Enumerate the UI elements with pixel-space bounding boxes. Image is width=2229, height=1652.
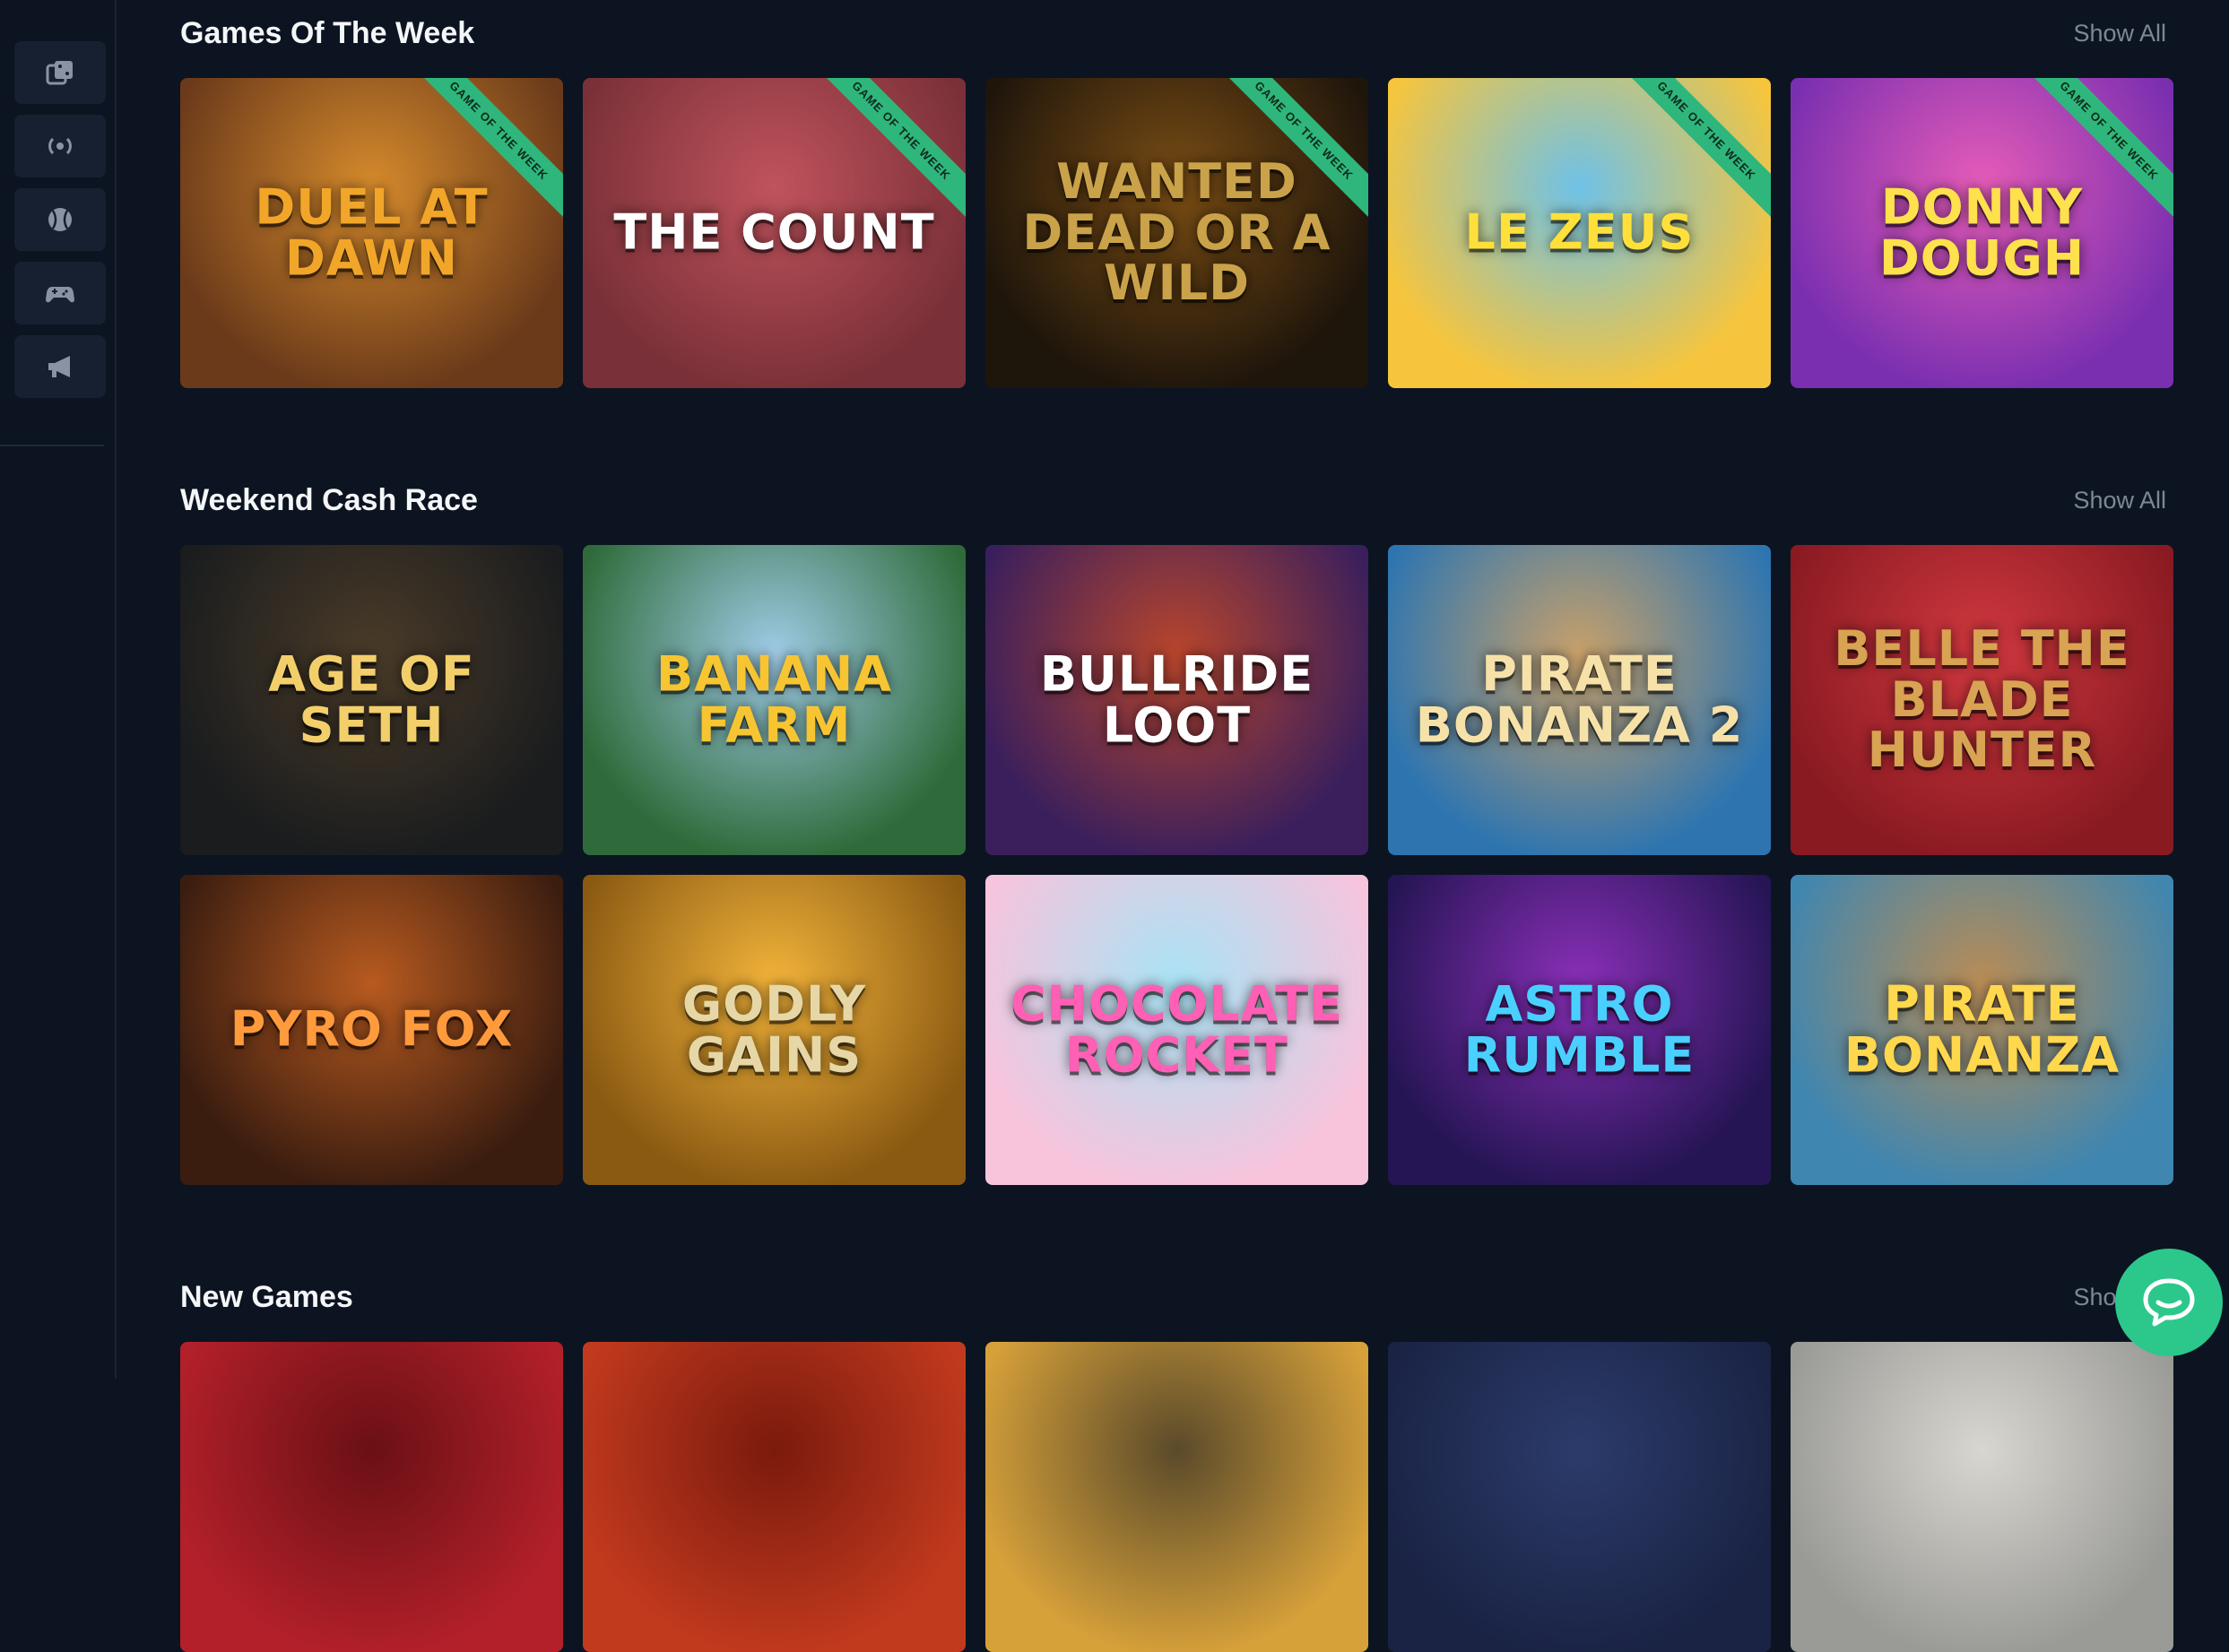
game-of-the-week-ribbon: GAME OF THE WEEK <box>1207 78 1368 239</box>
game-tile[interactable]: Duel at Dawn GAME OF THE WEEK <box>180 78 563 388</box>
casino-icon <box>46 61 73 85</box>
sidebar-divider <box>0 445 104 446</box>
chat-bubble-icon <box>2143 1278 2195 1327</box>
game-title: Belle The Blade Hunter <box>1834 619 2130 779</box>
game-of-the-week-ribbon: GAME OF THE WEEK <box>2012 78 2173 239</box>
game-tile[interactable]: Pyro Fox <box>180 875 563 1185</box>
section-title-games-of-the-week: Games Of The Week <box>180 16 475 50</box>
sidebar-item-casino[interactable] <box>14 41 106 104</box>
section-title-weekend-cash-race: Weekend Cash Race <box>180 483 478 517</box>
game-tile[interactable] <box>1388 1342 1771 1652</box>
sidebar <box>0 0 117 1379</box>
game-title: Age of Seth <box>268 645 475 753</box>
game-title: Astro Rumble <box>1463 975 1696 1083</box>
show-all-games-of-the-week[interactable]: Show All <box>2073 20 2166 48</box>
game-title: Pirate Bonanza 2 <box>1415 645 1744 753</box>
live-icon <box>48 137 72 155</box>
game-tile[interactable]: The Count GAME OF THE WEEK <box>583 78 966 388</box>
gamepad-icon <box>46 287 74 303</box>
game-tile[interactable]: Donny Dough GAME OF THE WEEK <box>1791 78 2173 388</box>
section-title-new-games: New Games <box>180 1280 353 1314</box>
ribbon-label: GAME OF THE WEEK <box>2012 78 2173 238</box>
game-tile[interactable]: Pirate Bonanza <box>1791 875 2173 1185</box>
game-tile[interactable]: Pirate Bonanza 2 <box>1388 545 1771 855</box>
sidebar-item-live[interactable] <box>14 115 106 177</box>
game-tile[interactable]: Bullride Loot <box>985 545 1368 855</box>
sidebar-item-promotions[interactable] <box>14 335 106 398</box>
game-tile[interactable] <box>180 1342 563 1652</box>
sidebar-item-games[interactable] <box>14 262 106 324</box>
sports-ball-icon <box>48 208 72 231</box>
ribbon-label: GAME OF THE WEEK <box>402 78 563 238</box>
sidebar-item-sports[interactable] <box>14 188 106 251</box>
megaphone-icon <box>48 356 70 377</box>
game-of-the-week-ribbon: GAME OF THE WEEK <box>804 78 966 239</box>
ribbon-label: GAME OF THE WEEK <box>1207 78 1368 238</box>
game-tile[interactable] <box>583 1342 966 1652</box>
game-tile[interactable]: Age of Seth <box>180 545 563 855</box>
game-tile[interactable]: Astro Rumble <box>1388 875 1771 1185</box>
ribbon-label: GAME OF THE WEEK <box>1609 78 1771 238</box>
game-tile[interactable]: Belle The Blade Hunter <box>1791 545 2173 855</box>
game-title: Pirate Bonanza <box>1843 975 2121 1083</box>
game-title: Banana Farm <box>656 645 892 753</box>
chat-button[interactable] <box>2115 1249 2223 1356</box>
game-tile[interactable] <box>985 1342 1368 1652</box>
game-tile[interactable]: Le Zeus GAME OF THE WEEK <box>1388 78 1771 388</box>
game-of-the-week-ribbon: GAME OF THE WEEK <box>1609 78 1771 239</box>
game-tile[interactable]: Chocolate Rocket <box>985 875 1368 1185</box>
game-title: Chocolate Rocket <box>1010 975 1343 1083</box>
game-tile[interactable]: Wanted Dead or a Wild GAME OF THE WEEK <box>985 78 1368 388</box>
game-title: Bullride Loot <box>1039 645 1314 753</box>
game-of-the-week-ribbon: GAME OF THE WEEK <box>402 78 563 239</box>
show-all-weekend-cash-race[interactable]: Show All <box>2073 487 2166 515</box>
game-tile[interactable]: Banana Farm <box>583 545 966 855</box>
ribbon-label: GAME OF THE WEEK <box>804 78 966 238</box>
game-title: Pyro Fox <box>230 1000 514 1058</box>
game-tile[interactable] <box>1791 1342 2173 1652</box>
game-title: Godly Gains <box>681 975 867 1083</box>
game-tile[interactable]: Godly Gains <box>583 875 966 1185</box>
